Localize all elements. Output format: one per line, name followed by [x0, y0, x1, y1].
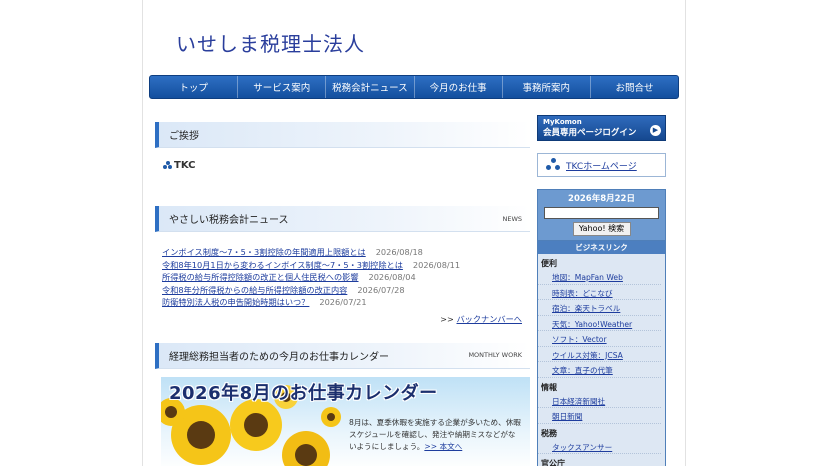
news-link[interactable]: インボイス制度～7・5・3割控除の年間適用上限額とは — [162, 247, 366, 257]
news-item: 所得税の給与所得控除額の改正と個人住民税への影響 2026/08/04 — [162, 271, 530, 284]
list-item: 日本経済新聞社 — [538, 393, 661, 408]
list-item: 時刻表：どこなび — [538, 285, 661, 300]
sidebar: MyKomon 会員専用ページログイン ▶ TKCホームページ 2026年8月2… — [537, 115, 666, 466]
business-link[interactable]: ウイルス対策：JCSA — [552, 351, 623, 360]
calendar-subtitle: MONTHLY WORK — [468, 351, 522, 359]
business-links-title: ビジネスリンク — [538, 241, 665, 254]
tkc-homepage-link[interactable]: TKCホームページ — [566, 159, 637, 172]
list-item: 天気：Yahoo!Weather — [538, 316, 661, 331]
nav-item-services[interactable]: サービス案内 — [238, 76, 327, 98]
list-item: ソフト：Vector — [538, 331, 661, 347]
mykomon-login-button[interactable]: MyKomon 会員専用ページログイン ▶ — [537, 115, 666, 141]
news-more: >> バックナンバーへ — [155, 313, 530, 325]
site-title[interactable]: いせしま税理士法人 — [176, 28, 365, 57]
news-item: 令和8年10月1日から変わるインボイス制度～7・5・3割控除とは 2026/08/… — [162, 259, 530, 272]
list-item: ウイルス対策：JCSA — [538, 347, 661, 362]
list-item: 文章：直子の代筆 — [538, 362, 661, 378]
category-label: 便利 — [541, 259, 557, 268]
category-label: 税務 — [541, 428, 557, 438]
business-link[interactable]: 地図：MapFan Web — [552, 273, 623, 282]
tkc-mark-icon — [546, 158, 560, 172]
greeting-header: ご挨拶 — [155, 122, 530, 148]
yahoo-search-box: 2026年8月22日 Yahoo! 検索 — [537, 189, 666, 241]
member-login-label: 会員専用ページログイン — [543, 128, 637, 138]
calendar-header: 経理総務担当者のための今月のお仕事カレンダー MONTHLY WORK — [155, 342, 530, 369]
business-link[interactable]: 日本経済新聞社 — [552, 397, 605, 406]
news-link[interactable]: 所得税の給与所得控除額の改正と個人住民税への影響 — [162, 272, 359, 282]
news-subtitle: NEWS — [502, 214, 522, 223]
business-link[interactable]: 朝日新聞 — [552, 412, 582, 421]
calendar-banner-title: 2026年8月のお仕事カレンダー — [169, 382, 438, 404]
business-link[interactable]: 宿泊：楽天トラベル — [552, 304, 620, 313]
news-title: やさしい税務会計ニュース — [169, 215, 289, 226]
news-header: やさしい税務会計ニュース NEWS — [155, 206, 530, 232]
news-link[interactable]: 令和8年分所得税からの給与所得控除額の改正内容 — [162, 285, 347, 295]
nav-item-top[interactable]: トップ — [150, 76, 239, 98]
list-item: タックスアンサー — [538, 439, 661, 454]
news-date: 2026/08/04 — [368, 272, 416, 282]
category-label: 情報 — [541, 382, 557, 392]
list-item: 地図：MapFan Web — [538, 269, 661, 285]
tkc-logo-text: TKC — [174, 159, 196, 171]
business-link[interactable]: 時刻表：どこなび — [552, 289, 613, 298]
calendar-banner[interactable]: 2026年8月のお仕事カレンダー 8月は、夏季休暇を実施する企業が多いため、休暇… — [161, 376, 530, 466]
calendar-banner-text: 8月は、夏季休暇を実施する企業が多いため、休暇スケジュールを確認し、発注や納期ミ… — [349, 417, 523, 453]
nav-item-monthly-work[interactable]: 今月のお仕事 — [415, 76, 503, 98]
list-item: 朝日新聞 — [538, 408, 661, 424]
business-link[interactable]: 天気：Yahoo!Weather — [552, 320, 632, 329]
mykomon-label: MyKomon — [543, 118, 582, 126]
news-item: 防衛特別法人税の申告開始時期はいつ？ 2026/07/21 — [162, 296, 530, 309]
news-item: 令和8年分所得税からの給与所得控除額の改正内容 2026/07/28 — [162, 284, 530, 297]
news-link[interactable]: 防衛特別法人税の申告開始時期はいつ？ — [162, 297, 309, 307]
category-label: 官公庁 — [541, 459, 565, 466]
news-list: インボイス制度～7・5・3割控除の年間適用上限額とは 2026/08/18 令和8… — [162, 246, 530, 309]
business-link[interactable]: ソフト：Vector — [552, 335, 607, 344]
business-links: ビジネスリンク 便利 地図：MapFan Web 時刻表：どこなび 宿泊：楽天ト… — [537, 241, 666, 466]
business-link[interactable]: 文章：直子の代筆 — [552, 366, 613, 375]
nav-item-office[interactable]: 事務所案内 — [503, 76, 591, 98]
nav-item-contact[interactable]: お問合せ — [591, 76, 678, 98]
news-date: 2026/07/21 — [319, 297, 367, 307]
yahoo-search-button[interactable]: Yahoo! 検索 — [572, 222, 631, 236]
news-date: 2026/08/18 — [375, 247, 423, 257]
tkc-homepage-banner[interactable]: TKCホームページ — [537, 153, 666, 177]
more-prefix: >> — [440, 313, 457, 324]
news-item: インボイス制度～7・5・3割控除の年間適用上限額とは 2026/08/18 — [162, 246, 530, 259]
greeting-title: ご挨拶 — [169, 131, 199, 142]
main-content: ご挨拶 TKC やさしい税務会計ニュース NEWS インボイス制度～7・5・3割… — [155, 122, 530, 466]
calendar-title: 経理総務担当者のための今月のお仕事カレンダー — [169, 351, 389, 363]
tkc-mark-icon — [163, 160, 172, 170]
global-nav: トップ サービス案内 税務会計ニュース 今月のお仕事 事務所案内 お問合せ — [149, 75, 679, 99]
news-link[interactable]: 令和8年10月1日から変わるインボイス制度～7・5・3割控除とは — [162, 260, 403, 270]
arrow-right-icon: ▶ — [650, 125, 661, 136]
news-date: 2026/07/28 — [357, 284, 405, 295]
list-item: 宿泊：楽天トラベル — [538, 300, 661, 316]
back-number-link[interactable]: バックナンバーへ — [456, 314, 522, 324]
nav-item-news[interactable]: 税務会計ニュース — [326, 76, 415, 98]
tkc-logo: TKC — [163, 158, 530, 172]
news-date: 2026/08/11 — [412, 259, 461, 270]
read-more-link[interactable]: >> 本文へ — [424, 442, 462, 451]
search-input[interactable] — [544, 207, 659, 219]
business-link[interactable]: タックスアンサー — [552, 443, 612, 452]
search-date: 2026年8月22日 — [568, 194, 635, 204]
